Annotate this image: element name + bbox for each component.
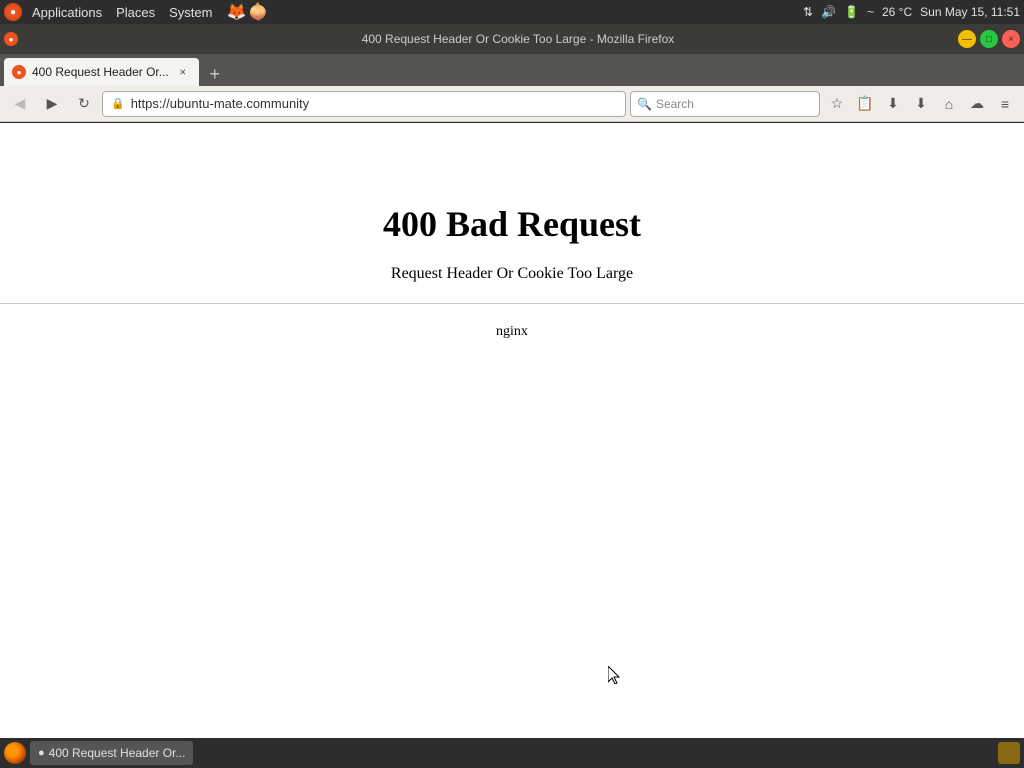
new-tab-button[interactable]: + [203,62,227,86]
window-controls: — □ × [958,30,1020,48]
bookmark-button[interactable]: ☆ [824,91,850,117]
tab-label: 400 Request Header Or... [32,65,169,79]
wifi-icon: ~ [867,5,874,19]
system-bar-right: ⇅ 🔊 🔋 ~ 26 °C Sun May 15, 11:51 [803,5,1020,19]
maximize-button[interactable]: □ [980,30,998,48]
home-button[interactable]: ⌂ [936,91,962,117]
taskbar-app-favicon: ● [38,747,45,759]
taskbar-right [998,742,1020,764]
firefox-sys-icon[interactable]: 🦊 [226,2,246,22]
tab-bar: ● 400 Request Header Or... × + [0,54,1024,86]
close-button[interactable]: × [1002,30,1020,48]
download-button[interactable]: ⬇ [908,91,934,117]
search-bar[interactable]: 🔍 Search [630,91,820,117]
places-menu[interactable]: Places [110,3,161,22]
pocket-button[interactable]: ⬇ [880,91,906,117]
active-tab[interactable]: ● 400 Request Header Or... × [4,58,199,86]
reader-button[interactable]: 📋 [852,91,878,117]
search-icon: 🔍 [637,97,652,111]
url-text: https://ubuntu-mate.community [131,96,617,111]
title-favicon: ● [4,32,18,46]
system-bar-left: ● Applications Places System 🦊 🧅 [4,2,268,22]
tab-close-button[interactable]: × [175,64,191,80]
taskbar-firefox-icon[interactable] [4,742,26,764]
error-divider [0,303,1024,304]
error-title: 400 Bad Request [383,203,641,245]
tab-favicon: ● [12,65,26,79]
error-subtitle: Request Header Or Cookie Too Large [391,265,633,283]
taskbar-file-manager-icon[interactable] [998,742,1020,764]
datetime-label: Sun May 15, 11:51 [920,5,1020,19]
minimize-button[interactable]: — [958,30,976,48]
tor-icon[interactable]: 🧅 [248,2,268,22]
nav-bar: ◀ ▶ ↻ 🔒 https://ubuntu-mate.community 🔍 … [0,86,1024,122]
title-bar: ● 400 Request Header Or Cookie Too Large… [0,24,1024,54]
error-server: nginx [496,324,528,340]
network-icon: ⇅ [803,5,813,19]
system-menu[interactable]: System [163,3,218,22]
temperature-label: 26 °C [882,5,912,19]
window-title: 400 Request Header Or Cookie Too Large -… [22,32,954,46]
browser-chrome: ● 400 Request Header Or Cookie Too Large… [0,24,1024,123]
taskbar-app-item[interactable]: ● 400 Request Header Or... [30,741,193,765]
menu-button[interactable]: ≡ [992,91,1018,117]
lock-icon: 🔒 [111,97,125,110]
battery-icon: 🔋 [844,5,859,19]
volume-icon: 🔊 [821,5,836,19]
forward-button[interactable]: ▶ [38,90,66,118]
url-bar[interactable]: 🔒 https://ubuntu-mate.community [102,91,626,117]
taskbar: ● 400 Request Header Or... [0,738,1024,768]
search-placeholder: Search [656,97,694,111]
back-button[interactable]: ◀ [6,90,34,118]
ubuntu-icon: ● [4,3,22,21]
toolbar-icons: ☆ 📋 ⬇ ⬇ ⌂ ☁ ≡ [824,91,1018,117]
reload-button[interactable]: ↻ [70,90,98,118]
sync-button[interactable]: ☁ [964,91,990,117]
applications-menu[interactable]: Applications [26,3,108,22]
taskbar-app-label: 400 Request Header Or... [49,746,186,760]
page-content: 400 Bad Request Request Header Or Cookie… [0,123,1024,739]
system-bar: ● Applications Places System 🦊 🧅 ⇅ 🔊 🔋 ~… [0,0,1024,24]
